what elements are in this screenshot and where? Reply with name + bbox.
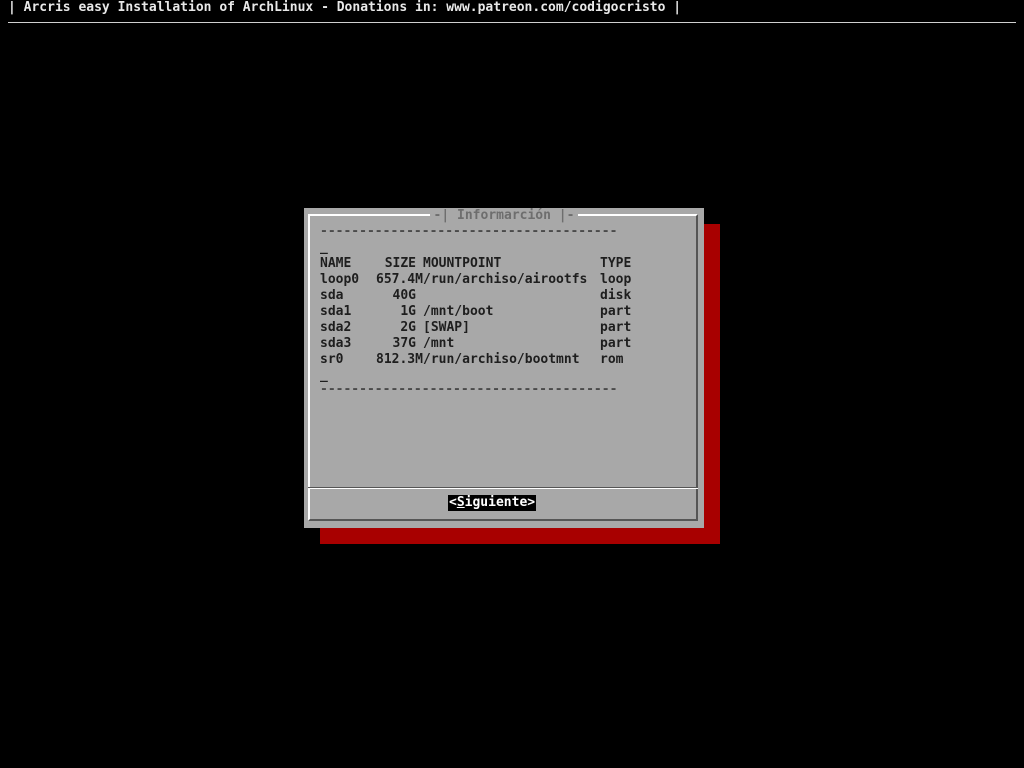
table-header: NAME SIZE MOUNTPOINT TYPE xyxy=(320,256,631,272)
top-separator: -------------------------------------- xyxy=(320,224,618,239)
row-size: 812.3M xyxy=(376,352,423,367)
table-row: sda 40G disk xyxy=(320,288,631,304)
row-type: loop xyxy=(600,272,632,287)
row-mountpoint: /mnt xyxy=(423,336,455,351)
row-type: part xyxy=(600,320,632,335)
bottom-separator: -------------------------------------- xyxy=(320,382,618,397)
button-open-bracket: < xyxy=(449,495,457,510)
row-size: 40G xyxy=(392,288,416,303)
table-row: sda1 1G /mnt/boot part xyxy=(320,304,631,320)
table-row: sda2 2G [SWAP] part xyxy=(320,320,631,336)
row-size: 2G xyxy=(400,320,416,335)
table-row: sr0 812.3M /run/archiso/bootmnt rom xyxy=(320,352,623,368)
back-title-rule xyxy=(8,22,1016,23)
lsblk-table: NAME SIZE MOUNTPOINT TYPE loop0 657.4M /… xyxy=(320,256,631,368)
row-name: sda3 xyxy=(320,336,352,351)
button-separator xyxy=(308,487,698,489)
table-row: sda3 37G /mnt part xyxy=(320,336,631,352)
header-size: SIZE xyxy=(384,256,416,271)
header-name: NAME xyxy=(320,256,352,271)
row-type: part xyxy=(600,304,632,319)
row-mountpoint: [SWAP] xyxy=(423,320,470,335)
cursor-top: _ xyxy=(320,240,328,255)
row-type: disk xyxy=(600,288,632,303)
back-title: | Arcris easy Installation of ArchLinux … xyxy=(8,0,682,15)
row-type: part xyxy=(600,336,632,351)
row-size: 1G xyxy=(400,304,416,319)
dialog-title: -| Informarción |- xyxy=(429,208,579,224)
button-close-bracket: > xyxy=(527,495,536,510)
row-name: loop0 xyxy=(320,272,360,287)
dialog-title-wrap: -| Informarción |- xyxy=(304,208,704,224)
button-hotkey: S xyxy=(456,495,465,510)
row-size: 657.4M xyxy=(376,272,423,287)
row-mountpoint: /run/archiso/bootmnt xyxy=(423,352,580,367)
button-label-rest: iguiente xyxy=(464,495,528,510)
info-dialog: -| Informarción |- ---------------------… xyxy=(304,208,704,528)
row-name: sr0 xyxy=(320,352,344,367)
row-name: sda xyxy=(320,288,344,303)
table-row: loop0 657.4M /run/archiso/airootfs loop xyxy=(320,272,631,288)
row-type: rom xyxy=(600,352,624,367)
siguiente-button[interactable]: <Siguiente> xyxy=(448,495,537,511)
row-mountpoint: /run/archiso/airootfs xyxy=(423,272,588,287)
row-name: sda2 xyxy=(320,320,352,335)
header-type: TYPE xyxy=(600,256,632,271)
row-size: 37G xyxy=(392,336,416,351)
header-mountpoint: MOUNTPOINT xyxy=(423,256,502,271)
row-name: sda1 xyxy=(320,304,352,319)
row-mountpoint: /mnt/boot xyxy=(423,304,494,319)
